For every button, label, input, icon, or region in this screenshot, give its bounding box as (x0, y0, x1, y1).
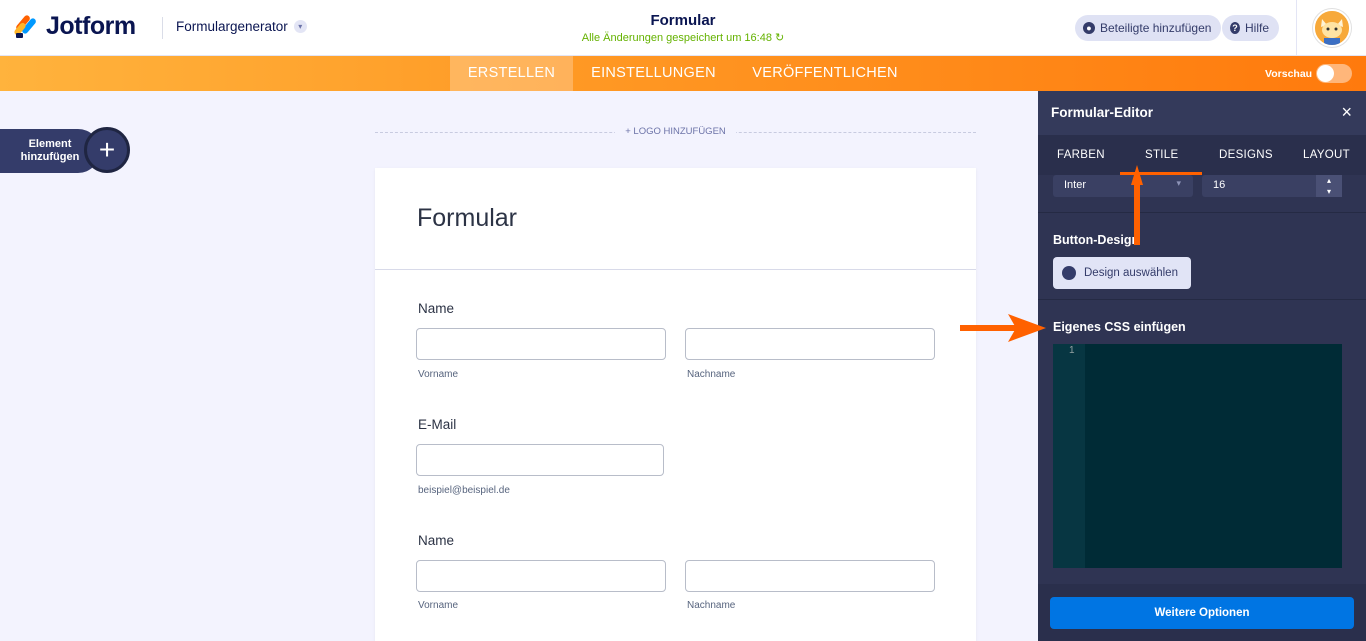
stepper-arrows-icon[interactable]: ▴ ▾ (1316, 175, 1342, 197)
add-participants-button[interactable]: ● Beteiligte hinzufügen (1075, 15, 1222, 41)
custom-css-title: Eigenes CSS einfügen (1053, 320, 1186, 334)
add-logo-label: + LOGO HINZUFÜGEN (615, 126, 736, 137)
first-name-sublabel: Vorname (418, 369, 459, 380)
last-name-sublabel: Nachname (687, 369, 736, 380)
toggle-knob (1317, 65, 1334, 82)
panel-title: Formular-Editor (1051, 105, 1154, 120)
tab-layout[interactable]: LAYOUT (1303, 149, 1350, 161)
tab-colors[interactable]: FARBEN (1057, 149, 1105, 161)
last-name-input[interactable] (685, 328, 935, 360)
name-field-label: Name (418, 301, 455, 316)
user-icon: ● (1083, 22, 1095, 34)
font-size-value: 16 (1213, 179, 1226, 191)
help-button[interactable]: ? Hilfe (1222, 15, 1279, 41)
top-bar: Jotform Formulargenerator ▾ Formular All… (0, 0, 1366, 56)
add-logo-link[interactable]: + LOGO HINZUFÜGEN (375, 126, 976, 137)
section-divider-2 (1038, 299, 1366, 300)
preview-toggle[interactable] (1316, 64, 1352, 83)
close-icon[interactable]: × (1341, 102, 1352, 123)
first-name-input[interactable] (416, 328, 666, 360)
email-input[interactable] (416, 444, 664, 476)
choose-design-button[interactable]: Design auswählen (1053, 257, 1191, 289)
brand-name: Jotform (46, 12, 136, 40)
font-size-stepper[interactable]: 16 ▴ ▾ (1202, 175, 1342, 197)
font-select[interactable]: Inter ▾ (1053, 175, 1193, 197)
email-sublabel: beispiel@beispiel.de (418, 485, 510, 496)
add-participants-label: Beteiligte hinzufügen (1100, 21, 1212, 35)
tab-publish[interactable]: VERÖFFENTLICHEN (742, 56, 908, 91)
button-design-title: Button-Design (1053, 233, 1140, 247)
avatar-divider (1296, 0, 1297, 56)
tab-styles[interactable]: STILE (1145, 149, 1178, 161)
palette-icon (1062, 266, 1076, 280)
jotform-logo[interactable]: Jotform (14, 12, 136, 41)
form-builder-menu[interactable]: Formulargenerator ▾ (176, 19, 307, 34)
main-nav: ERSTELLEN EINSTELLUNGEN VERÖFFENTLICHEN … (0, 56, 1366, 91)
chevron-down-icon: ▾ (293, 20, 307, 33)
choose-design-label: Design auswählen (1084, 267, 1178, 279)
plus-icon: + (84, 127, 130, 173)
annotation-arrow-right-icon (960, 314, 1046, 342)
first-name-sublabel-2: Vorname (418, 600, 459, 611)
email-field-label: E-Mail (418, 417, 457, 432)
panel-header: Formular-Editor × (1038, 91, 1366, 135)
section-divider (1038, 212, 1366, 213)
last-name-input-2[interactable] (685, 560, 935, 592)
add-element-button[interactable]: Element hinzufügen + (0, 127, 130, 173)
tab-designs[interactable]: DESIGNS (1219, 149, 1273, 161)
last-name-sublabel-2: Nachname (687, 600, 736, 611)
avatar-cat-icon (1315, 11, 1349, 45)
first-name-input-2[interactable] (416, 560, 666, 592)
name-field-label-2: Name (418, 533, 455, 548)
line-number: 1 (1069, 345, 1075, 356)
form-card: Formular Name Vorname Nachname E-Mail be… (375, 168, 976, 641)
help-icon: ? (1230, 22, 1240, 34)
tab-build[interactable]: ERSTELLEN (450, 56, 573, 91)
tab-settings[interactable]: EINSTELLUNGEN (583, 56, 724, 91)
panel-tabs: FARBEN STILE DESIGNS LAYOUT (1038, 135, 1366, 175)
header-divider (162, 17, 163, 39)
form-designer-panel: Formular-Editor × FARBEN STILE DESIGNS L… (1038, 91, 1366, 641)
font-select-value: Inter (1064, 179, 1087, 191)
user-avatar[interactable] (1313, 9, 1351, 47)
css-code-editor[interactable]: 1 (1053, 344, 1342, 568)
help-label: Hilfe (1244, 21, 1269, 35)
editor-gutter: 1 (1053, 344, 1085, 568)
annotation-arrow-up-icon (1131, 165, 1143, 245)
chevron-down-icon: ▾ (1176, 178, 1181, 188)
form-heading[interactable]: Formular (375, 168, 976, 270)
more-options-button[interactable]: Weitere Optionen (1050, 597, 1354, 629)
form-builder-label: Formulargenerator (176, 19, 288, 34)
jotform-logo-icon (14, 14, 36, 38)
preview-label: Vorschau (1265, 68, 1313, 80)
